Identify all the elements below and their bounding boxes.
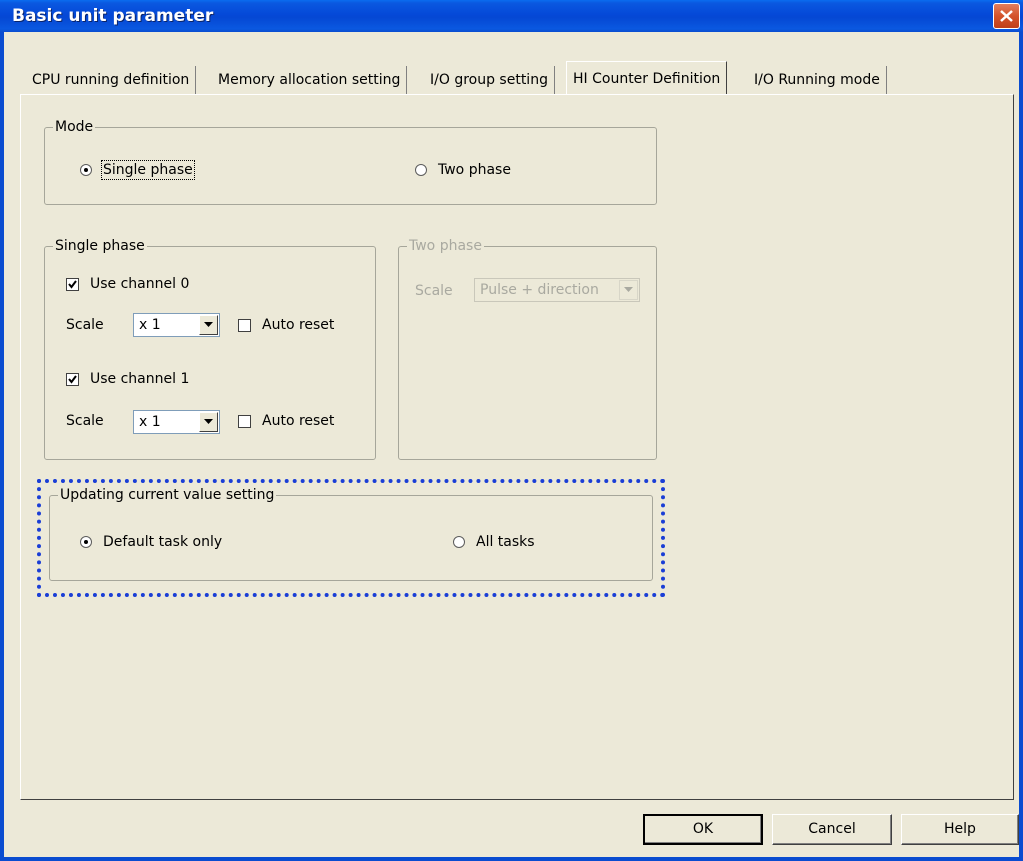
ok-button[interactable]: OK	[643, 814, 763, 845]
scale-value: Pulse + direction	[480, 282, 599, 298]
checkbox[interactable]	[238, 318, 251, 332]
checkbox[interactable]	[66, 372, 79, 386]
radio-button[interactable]	[80, 164, 92, 176]
scale-label-channel-1: Scale	[66, 413, 104, 429]
checkbox[interactable]	[66, 277, 79, 291]
dropdown-button[interactable]	[199, 412, 218, 432]
tab-io-group-setting[interactable]: I/O group setting	[424, 66, 555, 94]
single-phase-group-title: Single phase	[53, 237, 147, 255]
window-border-right	[1019, 32, 1023, 861]
dialog-window: Basic unit parameter CPU running definit…	[0, 0, 1023, 861]
checkbox-auto-reset-channel-1[interactable]: Auto reset	[238, 413, 334, 429]
checkbox-label: Use channel 0	[90, 276, 190, 292]
checkbox-use-channel-0[interactable]: Use channel 0	[66, 276, 189, 292]
checkmark-icon	[68, 279, 77, 289]
dropdown-button	[619, 280, 638, 300]
two-phase-scale-label: Scale	[415, 283, 453, 299]
two-phase-scale-select: Pulse + direction	[474, 278, 640, 302]
help-button[interactable]: Help	[901, 814, 1019, 845]
chevron-down-icon	[624, 287, 633, 292]
cancel-button[interactable]: Cancel	[772, 814, 892, 845]
tab-io-running-mode[interactable]: I/O Running mode	[748, 66, 887, 94]
window-title: Basic unit parameter	[12, 6, 214, 26]
checkbox-use-channel-1[interactable]: Use channel 1	[66, 371, 189, 387]
scale-label-channel-0: Scale	[66, 317, 104, 333]
window-border-left	[0, 32, 4, 861]
scale-select-channel-0[interactable]: x 1	[133, 313, 220, 337]
tab-memory-allocation-setting[interactable]: Memory allocation setting	[212, 66, 408, 94]
checkbox[interactable]	[238, 414, 251, 428]
checkmark-icon	[68, 374, 77, 384]
highlight-annotation	[37, 479, 665, 597]
tab-hi-counter-definition[interactable]: HI Counter Definition	[566, 61, 728, 94]
tab-cpu-running-definition[interactable]: CPU running definition	[26, 66, 197, 94]
close-button[interactable]	[993, 3, 1020, 29]
radio-single-phase[interactable]: Single phase	[80, 160, 195, 180]
scale-select-channel-1[interactable]: x 1	[133, 410, 220, 434]
radio-button[interactable]	[415, 164, 427, 176]
window-border-bottom	[0, 857, 1023, 861]
two-phase-group-title: Two phase	[407, 237, 484, 255]
checkbox-label: Auto reset	[262, 413, 335, 429]
scale-value: x 1	[139, 414, 161, 430]
radio-label: Single phase	[101, 160, 195, 180]
chevron-down-icon	[204, 322, 213, 327]
mode-group-title: Mode	[53, 118, 96, 136]
scale-value: x 1	[139, 317, 161, 333]
checkbox-label: Use channel 1	[90, 371, 190, 387]
checkbox-auto-reset-channel-0[interactable]: Auto reset	[238, 317, 334, 333]
radio-two-phase[interactable]: Two phase	[415, 162, 511, 178]
chevron-down-icon	[204, 419, 213, 424]
radio-label: Two phase	[438, 162, 511, 178]
close-icon	[1000, 10, 1013, 22]
dropdown-button[interactable]	[199, 315, 218, 335]
title-bar[interactable]: Basic unit parameter	[0, 0, 1023, 32]
checkbox-label: Auto reset	[262, 317, 335, 333]
